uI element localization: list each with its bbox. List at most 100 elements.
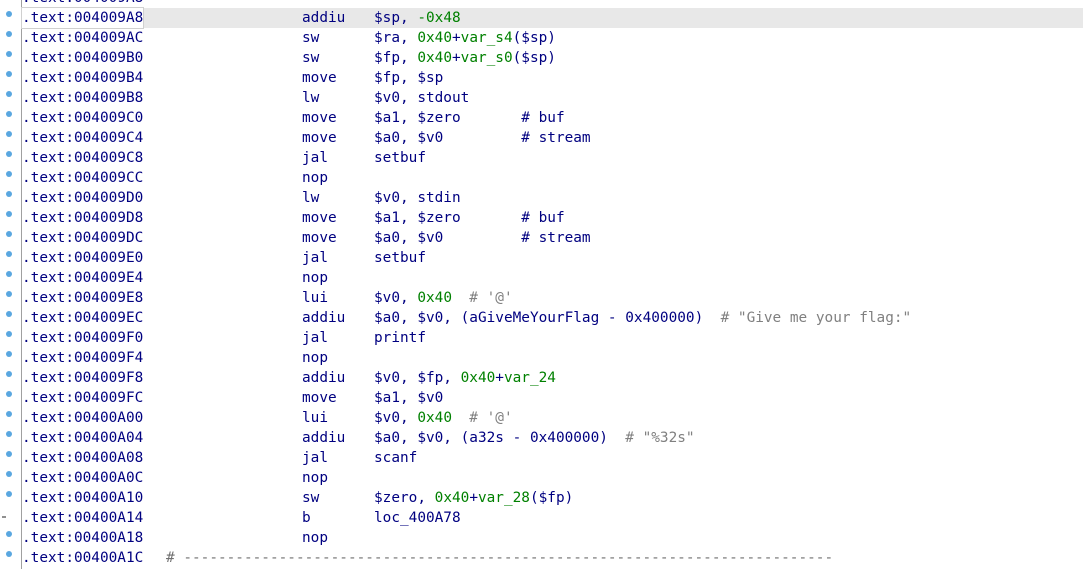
instruction-mnemonic[interactable]: sw — [302, 488, 319, 508]
instruction-mnemonic[interactable]: addiu — [302, 428, 345, 448]
listing-partial-row[interactable]: .text:004009A8 — [22, 0, 1083, 8]
instruction-operands[interactable]: $v0, 0x40 # '@' — [374, 408, 513, 428]
gutter-dash-icon[interactable] — [2, 516, 6, 518]
operand-variable[interactable]: var_s0 — [461, 50, 513, 66]
operand-text[interactable]: ) — [599, 430, 625, 446]
instruction-mnemonic[interactable]: nop — [302, 168, 328, 188]
listing-address[interactable]: .text:004009A8 — [20, 7, 145, 29]
breakpoint-dot-icon[interactable] — [6, 471, 12, 477]
listing-address[interactable]: .text:00400A18 — [22, 528, 143, 548]
breakpoint-dot-icon[interactable] — [6, 11, 12, 17]
instruction-mnemonic[interactable]: jal — [302, 328, 328, 348]
operand-text[interactable]: ) — [695, 310, 721, 326]
instruction-mnemonic[interactable]: b — [302, 508, 311, 528]
listing-row[interactable]: .text:004009EC addiu $a0, $v0, (aGiveMeYou… — [6, 308, 1083, 328]
instruction-operands[interactable]: $v0, 0x40 # '@' — [374, 288, 513, 308]
breakpoint-dot-icon[interactable] — [6, 111, 12, 117]
listing-address[interactable]: .text:004009C4 — [22, 128, 143, 148]
listing-row[interactable]: .text:004009C8 jal setbuf — [6, 148, 1083, 168]
breakpoint-dot-icon[interactable] — [6, 431, 12, 437]
listing-row[interactable]: .text:004009E0 jal setbuf — [6, 248, 1083, 268]
listing-address[interactable]: .text:004009D0 — [22, 188, 143, 208]
listing-address[interactable]: .text:00400A00 — [22, 408, 143, 428]
breakpoint-dot-icon[interactable] — [6, 151, 12, 157]
listing-address[interactable]: .text:00400A1C — [22, 548, 143, 568]
breakpoint-dot-icon[interactable] — [6, 391, 12, 397]
instruction-mnemonic[interactable]: move — [302, 208, 337, 228]
breakpoint-dot-icon[interactable] — [6, 131, 12, 137]
instruction-operands[interactable]: $a0, $v0, (a32s - 0x400000) # "%32s" — [374, 428, 695, 448]
breakpoint-dot-icon[interactable] — [6, 311, 12, 317]
listing-address[interactable]: .text:004009FC — [22, 388, 143, 408]
instruction-operands[interactable]: setbuf — [374, 248, 426, 268]
instruction-operands[interactable]: $fp, $sp — [374, 68, 443, 88]
listing-address[interactable]: .text:00400A10 — [22, 488, 143, 508]
operand-number[interactable]: 0x40 — [417, 50, 452, 66]
listing-row[interactable]: .text:00400A08 jal scanf — [6, 448, 1083, 468]
listing-row[interactable]: .text:004009E8 lui $v0, 0x40 # '@' — [6, 288, 1083, 308]
instruction-mnemonic[interactable]: move — [302, 128, 337, 148]
listing-address[interactable]: .text:004009F8 — [22, 368, 143, 388]
operand-number[interactable]: 0x40 — [417, 290, 452, 306]
instruction-operands[interactable]: loc_400A78 — [374, 508, 461, 528]
operand-text[interactable]: $fp, — [374, 50, 417, 66]
listing-row[interactable]: .text:00400A10 sw $zero, 0x40+var_28($fp) — [6, 488, 1083, 508]
listing-row[interactable]: .text:004009D0 lw $v0, stdin — [6, 188, 1083, 208]
listing-row[interactable]: .text:00400A04 addiu $a0, $v0, (a32s - 0x4… — [6, 428, 1083, 448]
instruction-mnemonic[interactable]: addiu — [302, 8, 345, 28]
listing-row[interactable]: .text:004009B8 lw $v0, stdout — [6, 88, 1083, 108]
operand-text[interactable]: $v0, stdout — [374, 90, 469, 106]
instruction-operands[interactable]: $a1, $v0 — [374, 388, 443, 408]
listing-address[interactable]: .text:004009C8 — [22, 148, 143, 168]
listing-address[interactable]: .text:004009B4 — [22, 68, 143, 88]
operand-text[interactable]: $a0, $v0, (aGiveMeYourFlag - — [374, 310, 625, 326]
listing-row[interactable]: .text:004009AC sw $ra, 0x40+var_s4($sp) — [6, 28, 1083, 48]
disassembly-listing[interactable]: .text:004009A8 .text:004009A8 addiu $sp, -… — [2, 0, 1083, 568]
instruction-operands[interactable]: scanf — [374, 448, 417, 468]
operand-text[interactable]: ($sp) — [513, 30, 556, 46]
breakpoint-dot-icon[interactable] — [6, 331, 12, 337]
operand-text[interactable]: scanf — [374, 450, 417, 466]
listing-address[interactable]: .text:004009D8 — [22, 208, 143, 228]
operand-text[interactable]: $ra, — [374, 30, 417, 46]
operand-variable[interactable]: var_28 — [478, 490, 530, 506]
instruction-mnemonic[interactable]: move — [302, 108, 337, 128]
instruction-mnemonic[interactable]: lui — [302, 408, 328, 428]
instruction-mnemonic[interactable]: sw — [302, 48, 319, 68]
listing-address[interactable]: .text:004009A8 — [22, 0, 143, 8]
instruction-operands[interactable]: $v0, stdin — [374, 188, 461, 208]
instruction-mnemonic[interactable]: nop — [302, 528, 328, 548]
breakpoint-dot-icon[interactable] — [6, 551, 12, 557]
listing-address[interactable]: .text:004009DC — [22, 228, 143, 248]
instruction-operands[interactable]: $ra, 0x40+var_s4($sp) — [374, 28, 556, 48]
operand-text[interactable]: $a1, $zero # buf — [374, 210, 565, 226]
operand-text[interactable]: $a1, $v0 — [374, 390, 443, 406]
instruction-operands[interactable]: setbuf — [374, 148, 426, 168]
instruction-operands[interactable]: $v0, $fp, 0x40+var_24 — [374, 368, 556, 388]
operand-number[interactable]: 0x40 — [417, 410, 452, 426]
instruction-mnemonic[interactable]: jal — [302, 148, 328, 168]
listing-row[interactable]: .text:004009CC nop — [6, 168, 1083, 188]
listing-row[interactable]: .text:004009A8 addiu $sp, -0x48 — [6, 7, 1083, 29]
operand-text[interactable]: setbuf — [374, 250, 426, 266]
instruction-operands[interactable]: $a0, $v0, (aGiveMeYourFlag - 0x400000) #… — [374, 308, 911, 328]
instruction-mnemonic[interactable]: sw — [302, 28, 319, 48]
listing-row[interactable]: .text:004009C4 move $a0, $v0 # stream — [6, 128, 1083, 148]
instruction-mnemonic[interactable]: addiu — [302, 308, 345, 328]
operand-text[interactable]: 0x400000 — [625, 310, 694, 326]
listing-row[interactable]: .text:004009C0 move $a1, $zero # buf — [6, 108, 1083, 128]
instruction-operands[interactable]: $zero, 0x40+var_28($fp) — [374, 488, 573, 508]
operand-text[interactable]: $a1, $zero # buf — [374, 110, 565, 126]
listing-row[interactable]: .text:004009DC move $a0, $v0 # stream — [6, 228, 1083, 248]
instruction-mnemonic[interactable]: jal — [302, 448, 328, 468]
listing-row[interactable]: .text:00400A14 b loc_400A78 — [2, 508, 1083, 528]
instruction-mnemonic[interactable]: move — [302, 68, 337, 88]
listing-address[interactable]: .text:004009E8 — [22, 288, 143, 308]
operand-text[interactable]: $v0, — [374, 290, 417, 306]
operand-text[interactable]: $v0, — [374, 410, 417, 426]
instruction-operands[interactable]: $a1, $zero # buf — [374, 208, 565, 228]
listing-address[interactable]: .text:004009E4 — [22, 268, 143, 288]
breakpoint-dot-icon[interactable] — [6, 231, 12, 237]
listing-row[interactable]: .text:00400A00 lui $v0, 0x40 # '@' — [6, 408, 1083, 428]
listing-address[interactable]: .text:00400A14 — [22, 508, 143, 528]
